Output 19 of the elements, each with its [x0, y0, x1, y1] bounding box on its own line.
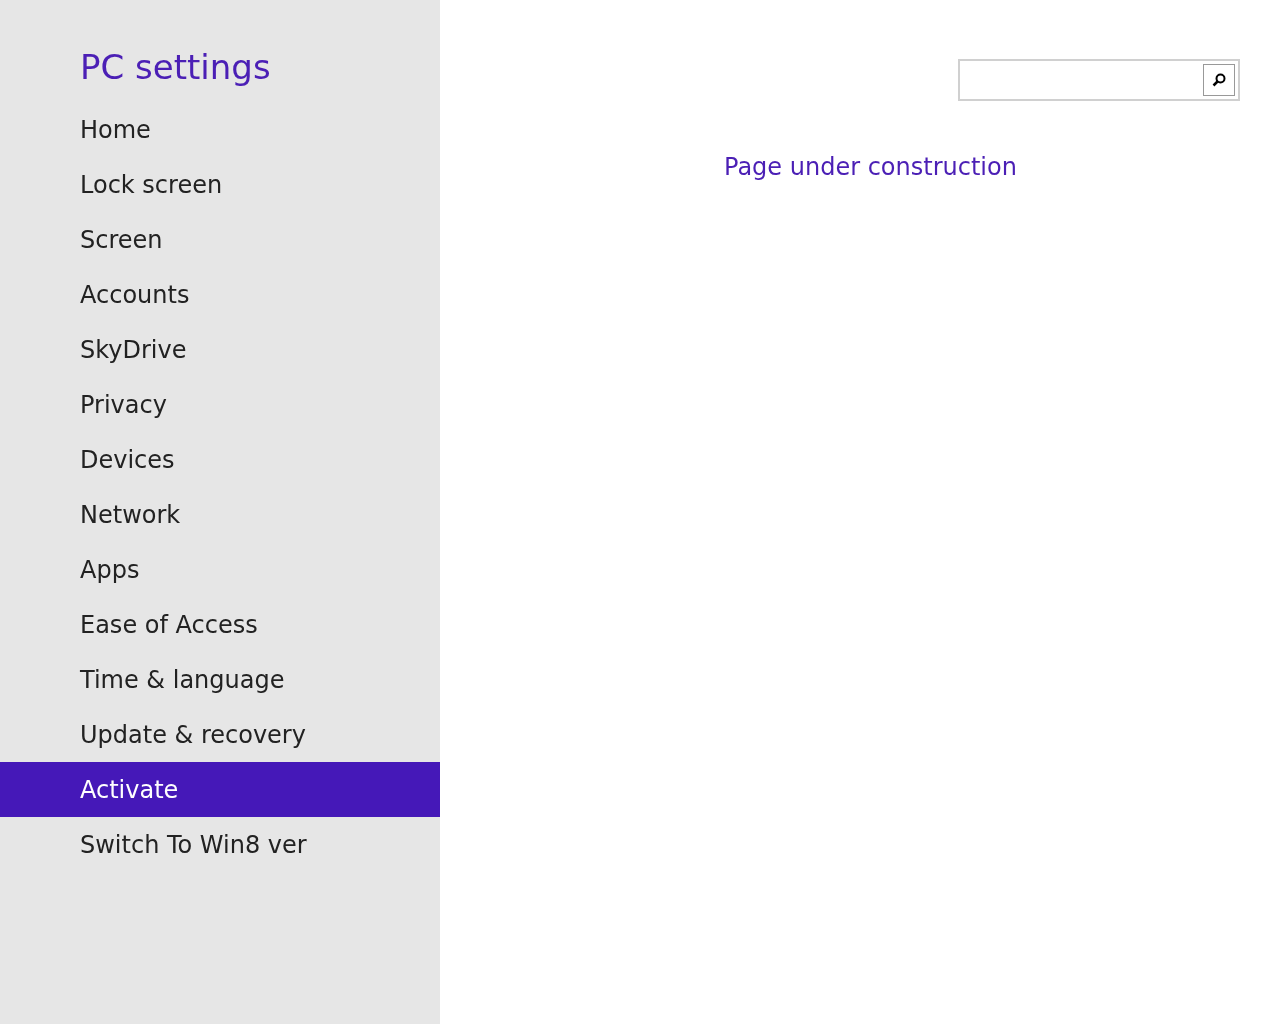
- sidebar-item[interactable]: Apps: [0, 542, 440, 597]
- page-title: PC settings: [80, 46, 272, 89]
- sidebar-item[interactable]: Home: [0, 102, 440, 157]
- sidebar-item[interactable]: Network: [0, 487, 440, 542]
- sidebar-item[interactable]: Devices: [0, 432, 440, 487]
- search-button[interactable]: [1203, 64, 1235, 96]
- sidebar-item[interactable]: Time & language: [0, 652, 440, 707]
- sidebar-item[interactable]: Activate: [0, 762, 440, 817]
- sidebar-item[interactable]: Lock screen: [0, 157, 440, 212]
- sidebar-item[interactable]: SkyDrive: [0, 322, 440, 377]
- sidebar-item[interactable]: Switch To Win8 ver: [0, 817, 440, 872]
- sidebar-item[interactable]: Accounts: [0, 267, 440, 322]
- status-message: Page under construction: [724, 153, 1018, 181]
- sidebar-item[interactable]: Privacy: [0, 377, 440, 432]
- search-field[interactable]: [958, 59, 1240, 101]
- sidebar-item[interactable]: Update & recovery: [0, 707, 440, 762]
- sidebar-item[interactable]: Ease of Access: [0, 597, 440, 652]
- sidebar-item[interactable]: Screen: [0, 212, 440, 267]
- search-icon: [1212, 73, 1226, 87]
